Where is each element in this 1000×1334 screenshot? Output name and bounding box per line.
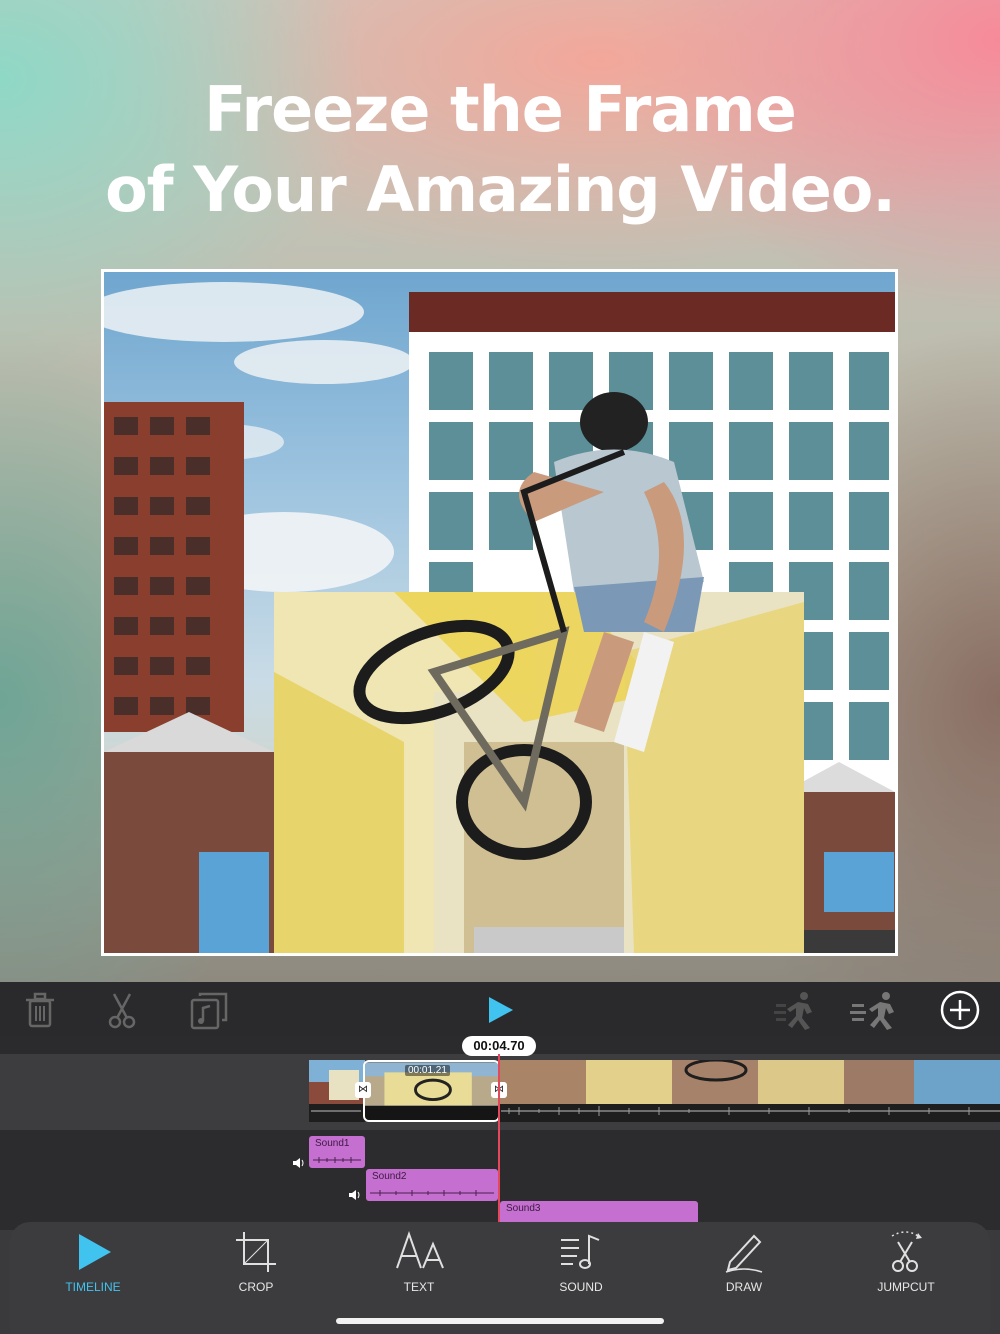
playhead[interactable]	[498, 1054, 500, 1222]
tab-timeline[interactable]: TIMELINE	[13, 1222, 173, 1312]
tab-text[interactable]: TEXT	[339, 1222, 499, 1312]
text-aa-icon	[396, 1230, 444, 1269]
sound-clip-1[interactable]: Sound1	[309, 1136, 365, 1168]
trash-icon[interactable]	[18, 988, 62, 1032]
music-note-box-icon[interactable]	[188, 988, 232, 1032]
play-triangle-icon	[79, 1234, 111, 1270]
slow-motion-icon[interactable]	[774, 988, 818, 1032]
sound-clip-2[interactable]: Sound2	[366, 1169, 498, 1201]
tab-label: TEXT	[403, 1280, 435, 1294]
home-indicator[interactable]	[336, 1318, 664, 1324]
sound-list-icon	[561, 1234, 600, 1269]
tab-label: JUMPCUT	[877, 1280, 935, 1294]
promo-background: Freeze the Frame of Your Amazing Video.	[0, 0, 1000, 982]
pencil-icon	[725, 1234, 763, 1273]
speaker-icon[interactable]	[292, 1157, 306, 1169]
tab-crop[interactable]: CROP	[176, 1222, 336, 1312]
headline-line-1: Freeze the Frame	[204, 73, 797, 146]
video-waveform	[311, 1106, 1000, 1116]
tab-label: TIMELINE	[65, 1280, 121, 1294]
tab-sound[interactable]: SOUND	[501, 1222, 661, 1312]
tab-label: SOUND	[559, 1280, 603, 1294]
current-time-display: 00:04.70	[462, 1036, 536, 1056]
sound-clip-label: Sound3	[506, 1203, 541, 1214]
tab-label: CROP	[238, 1280, 274, 1294]
tab-draw[interactable]: DRAW	[664, 1222, 824, 1312]
crop-icon	[236, 1232, 276, 1272]
sound-clip-label: Sound1	[315, 1138, 350, 1149]
play-icon[interactable]	[478, 988, 522, 1032]
transition-icon[interactable]: ⋈	[355, 1082, 371, 1098]
speaker-icon[interactable]	[348, 1189, 362, 1201]
scissors-icon[interactable]	[100, 988, 144, 1032]
editor-toolbar	[0, 982, 1000, 1036]
sound-clip-label: Sound2	[372, 1171, 407, 1182]
promo-headline: Freeze the Frame of Your Amazing Video.	[0, 70, 1000, 230]
tab-jumpcut[interactable]: JUMPCUT	[826, 1222, 986, 1312]
tab-label: DRAW	[725, 1280, 763, 1294]
fast-motion-icon[interactable]	[850, 988, 894, 1032]
headline-line-2: of Your Amazing Video.	[105, 153, 896, 226]
video-preview[interactable]	[101, 269, 898, 956]
plus-circle-icon[interactable]	[938, 988, 982, 1032]
video-frame-image	[104, 272, 895, 953]
jumpcut-scissors-icon	[891, 1231, 922, 1272]
clip-duration-label: 00:01.21	[405, 1065, 450, 1076]
